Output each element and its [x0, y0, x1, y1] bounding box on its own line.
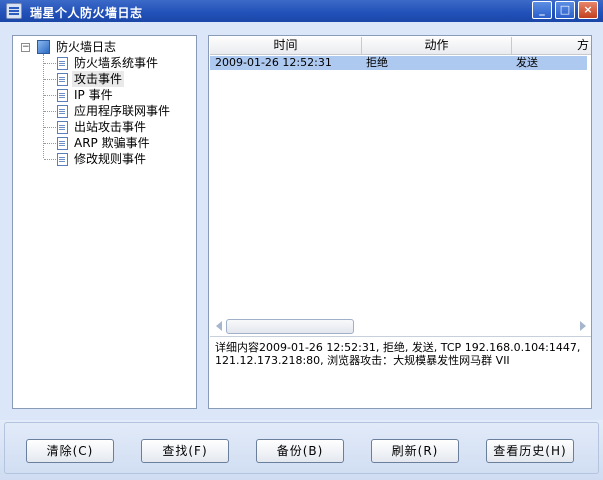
tree-item-label: 攻击事件	[72, 71, 125, 87]
detail-content: 详细内容2009-01-26 12:52:31, 拒绝, 发送, TCP 192…	[215, 341, 581, 367]
title-bar[interactable]: 瑞星个人防火墙日志 _ □ ×	[0, 0, 603, 22]
scroll-thumb[interactable]	[226, 319, 354, 334]
view-history-button[interactable]: 查看历史(H)	[486, 439, 574, 463]
window-title: 瑞星个人防火墙日志	[30, 6, 143, 20]
tree-item-label: 修改规则事件	[74, 152, 147, 166]
minimize-button[interactable]: _	[532, 1, 552, 19]
divider	[210, 336, 591, 337]
tree-branch	[44, 143, 56, 144]
document-icon	[57, 89, 68, 102]
firewall-app-icon	[6, 3, 22, 19]
tree-branch	[44, 111, 56, 112]
tree-item-label: ARP 欺骗事件	[74, 136, 150, 150]
horizontal-scrollbar[interactable]	[210, 318, 591, 335]
collapse-toggle[interactable]: −	[21, 43, 30, 52]
document-icon	[57, 121, 68, 134]
document-icon	[57, 105, 68, 118]
tree-root-label: 防火墙日志	[56, 40, 117, 54]
log-view-panel: 时间 动作 方 2009-01-26 12:52:31 拒绝 发送 详细内容20…	[208, 35, 592, 409]
cell-action: 拒绝	[366, 56, 388, 69]
scroll-right-icon[interactable]	[580, 321, 586, 331]
cell-time: 2009-01-26 12:52:31	[215, 56, 332, 69]
tree-branch	[44, 95, 56, 96]
cell-direction: 发送	[516, 56, 538, 69]
column-header-time[interactable]: 时间	[210, 37, 362, 55]
refresh-button[interactable]: 刷新(R)	[371, 439, 459, 463]
log-folder-icon	[37, 40, 50, 54]
tree-item-label: IP 事件	[74, 88, 113, 102]
close-button[interactable]: ×	[578, 1, 598, 19]
log-category-tree[interactable]: − 防火墙日志 防火墙系统事件 攻击事件 IP 事件 应用程序联网事件 出站攻击…	[12, 35, 197, 409]
document-icon	[57, 137, 68, 150]
tree-branch	[44, 159, 56, 160]
tree-branch	[44, 63, 56, 64]
tree-item-label: 出站攻击事件	[74, 120, 147, 134]
clear-button[interactable]: 清除(C)	[26, 439, 114, 463]
column-header-action[interactable]: 动作	[362, 37, 512, 55]
column-header-direction[interactable]: 方	[512, 37, 591, 55]
tree-branch	[44, 79, 56, 80]
backup-button[interactable]: 备份(B)	[256, 439, 344, 463]
document-icon	[57, 57, 68, 70]
maximize-button[interactable]: □	[555, 1, 575, 19]
list-header: 时间 动作 方	[210, 37, 591, 55]
document-icon	[57, 73, 68, 86]
tree-item-label: 应用程序联网事件	[74, 104, 171, 118]
find-button[interactable]: 查找(F)	[141, 439, 229, 463]
tree-item-label: 防火墙系统事件	[74, 56, 159, 70]
table-row[interactable]: 2009-01-26 12:52:31 拒绝 发送	[210, 56, 587, 70]
scroll-left-icon[interactable]	[216, 321, 222, 331]
document-icon	[57, 153, 68, 166]
tree-branch	[44, 127, 56, 128]
button-bar: 清除(C) 查找(F) 备份(B) 刷新(R) 查看历史(H)	[0, 420, 603, 480]
